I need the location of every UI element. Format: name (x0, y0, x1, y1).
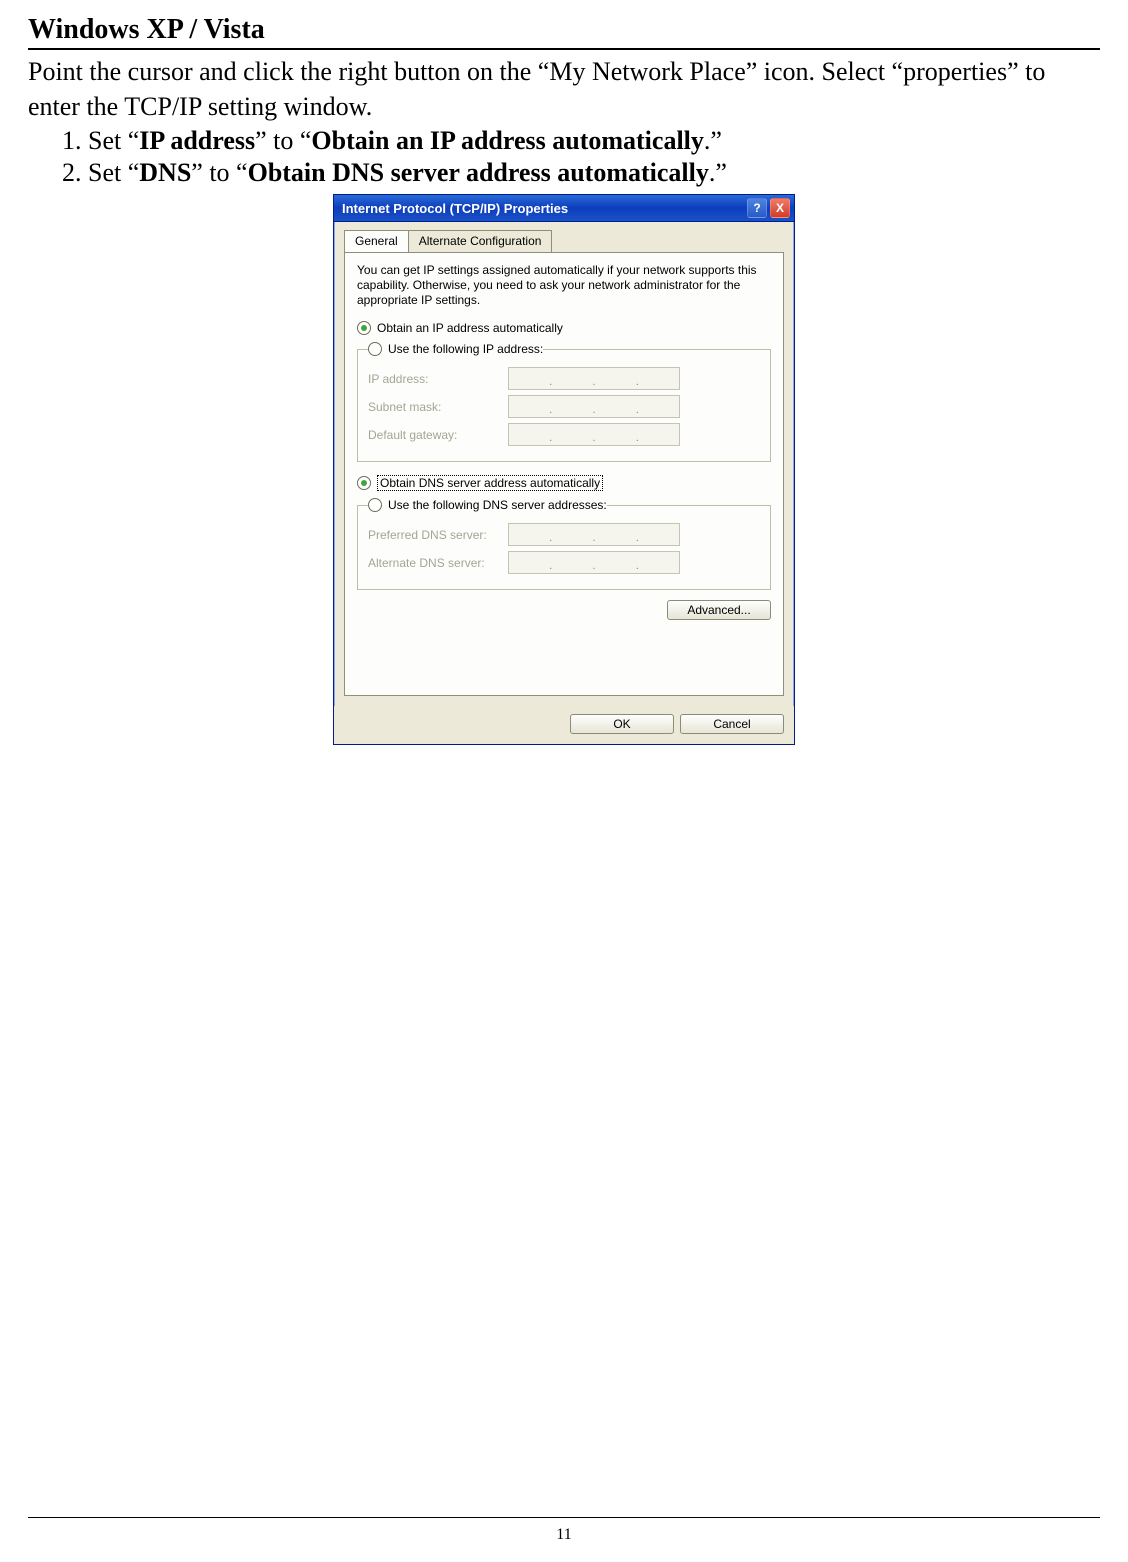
ok-button[interactable]: OK (570, 714, 674, 734)
radio-icon (368, 342, 382, 356)
radio-icon (357, 321, 371, 335)
tcpip-properties-dialog: Internet Protocol (TCP/IP) Properties ? … (333, 194, 795, 745)
titlebar[interactable]: Internet Protocol (TCP/IP) Properties ? … (334, 195, 794, 222)
section-heading: Windows XP / Vista (28, 14, 1100, 50)
text: .” (704, 126, 722, 155)
window-title: Internet Protocol (TCP/IP) Properties (342, 201, 744, 216)
text-bold: DNS (139, 158, 191, 187)
list-item: Set “DNS” to “Obtain DNS server address … (88, 158, 1100, 188)
tab-general[interactable]: General (344, 230, 409, 252)
text-bold: IP address (139, 126, 255, 155)
text: Set “ (88, 158, 139, 187)
default-gateway-input[interactable]: ... (508, 423, 680, 446)
text: .” (709, 158, 727, 187)
text-bold: Obtain DNS server address automatically (248, 158, 709, 187)
radio-use-following-ip[interactable]: Use the following IP address: (368, 342, 543, 356)
ip-group: Use the following IP address: IP address… (357, 342, 771, 462)
radio-icon (368, 498, 382, 512)
list-item: Set “IP address” to “Obtain an IP addres… (88, 126, 1100, 156)
text: ” to “ (255, 126, 311, 155)
steps-list: Set “IP address” to “Obtain an IP addres… (28, 126, 1100, 188)
cancel-button[interactable]: Cancel (680, 714, 784, 734)
tab-panel-general: You can get IP settings assigned automat… (344, 252, 784, 696)
radio-label: Use the following IP address: (388, 342, 543, 356)
subnet-mask-label: Subnet mask: (368, 400, 508, 414)
radio-obtain-dns-auto[interactable]: Obtain DNS server address automatically (357, 472, 771, 494)
radio-label: Obtain an IP address automatically (377, 321, 563, 335)
radio-icon (357, 476, 371, 490)
subnet-mask-input[interactable]: ... (508, 395, 680, 418)
radio-label: Use the following DNS server addresses: (388, 498, 607, 512)
radio-use-following-dns[interactable]: Use the following DNS server addresses: (368, 498, 607, 512)
ip-address-label: IP address: (368, 372, 508, 386)
preferred-dns-input[interactable]: ... (508, 523, 680, 546)
description-text: You can get IP settings assigned automat… (357, 263, 771, 308)
alternate-dns-label: Alternate DNS server: (368, 556, 508, 570)
default-gateway-label: Default gateway: (368, 428, 508, 442)
radio-obtain-ip-auto[interactable]: Obtain an IP address automatically (357, 318, 771, 338)
text-bold: Obtain an IP address automatically (311, 126, 703, 155)
advanced-button[interactable]: Advanced... (667, 600, 771, 620)
tab-alternate-configuration[interactable]: Alternate Configuration (408, 230, 553, 252)
radio-label: Obtain DNS server address automatically (377, 475, 603, 491)
footer-rule (28, 1517, 1100, 1518)
dns-group: Use the following DNS server addresses: … (357, 498, 771, 590)
text: ” to “ (191, 158, 247, 187)
alternate-dns-input[interactable]: ... (508, 551, 680, 574)
text: Set “ (88, 126, 139, 155)
preferred-dns-label: Preferred DNS server: (368, 528, 508, 542)
close-button[interactable]: X (770, 198, 790, 218)
intro-paragraph: Point the cursor and click the right but… (28, 54, 1100, 124)
ip-address-input[interactable]: ... (508, 367, 680, 390)
help-button[interactable]: ? (747, 198, 767, 218)
page-number: 11 (0, 1526, 1128, 1544)
